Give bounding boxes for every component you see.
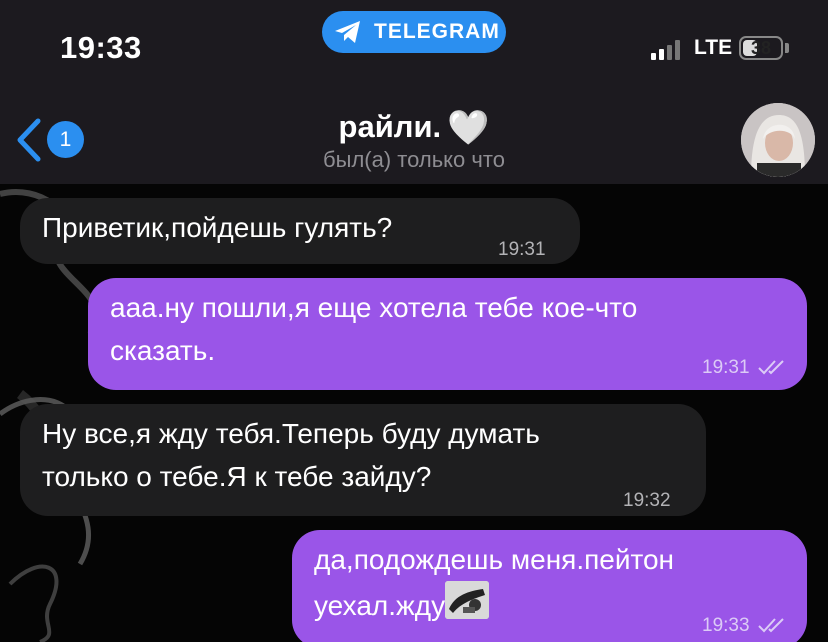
message-incoming[interactable]: Ну все,я жду тебя.Теперь буду думать тол… [20, 404, 706, 516]
message-meta: 19:33 [702, 604, 787, 642]
signal-icon [651, 38, 680, 60]
message-text-line: уехал.жду [314, 590, 446, 621]
telegram-label: TELEGRAM [374, 20, 500, 43]
battery-icon: 38 [739, 36, 783, 60]
contact-name: райли. [338, 109, 442, 144]
chat-area[interactable]: Приветик,пойдешь гулять? 19:31 ааа.ну по… [0, 184, 828, 642]
message-time: 19:33 [702, 615, 750, 636]
telegram-icon [335, 21, 360, 43]
battery-tip [785, 43, 789, 53]
chat-title[interactable]: райли. 🤍 [0, 108, 828, 148]
message-text-line: Ну все,я жду тебя.Теперь буду думать [42, 418, 540, 449]
avatar[interactable] [741, 103, 815, 177]
message-time: 19:31 [702, 357, 750, 378]
message-text: Приветик,пойдешь гулять? [42, 212, 393, 243]
message-incoming[interactable]: Приветик,пойдешь гулять? 19:31 [20, 198, 580, 264]
sticker-icon [445, 581, 490, 619]
message-text-line: сказать. [110, 335, 216, 366]
read-checkmarks-icon [758, 618, 784, 633]
chat-header: 19:33 TELEGRAM LTE 38 1 райли. 🤍 был(а) т… [0, 0, 828, 184]
status-time: 19:33 [60, 30, 142, 65]
message-outgoing[interactable]: ааа.ну пошли,я еще хотела тебе кое-что с… [88, 278, 807, 390]
message-time: 19:32 [623, 490, 671, 511]
telegram-app-pill[interactable]: TELEGRAM [322, 11, 506, 53]
last-seen-status: был(а) только что [323, 147, 505, 172]
battery-percent: 38 [750, 37, 772, 58]
message-text-line: ааа.ну пошли,я еще хотела тебе кое-что [110, 292, 638, 323]
network-type: LTE [694, 36, 733, 59]
white-heart-emoji: 🤍 [447, 109, 490, 147]
read-checkmarks-icon [758, 360, 784, 375]
message-outgoing[interactable]: да,подождешь меня.пейтон уехал.жду 19:33 [292, 530, 807, 642]
message-text-line: только о тебе.Я к тебе зайду? [42, 461, 432, 492]
message-time: 19:31 [498, 239, 546, 260]
message-text-line: да,подождешь меня.пейтон [314, 544, 675, 575]
message-meta: 19:31 [702, 346, 787, 389]
